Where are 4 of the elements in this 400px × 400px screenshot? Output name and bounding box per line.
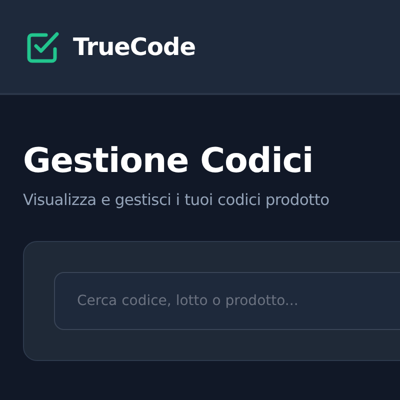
search-field[interactable]: Cerca codice, lotto o prodotto... — [54, 272, 400, 330]
page-title: Gestione Codici — [23, 140, 314, 183]
brand-name[interactable]: TrueCode — [73, 32, 196, 60]
page-subtitle: Visualizza e gestisci i tuoi codici prodotto — [23, 191, 330, 209]
